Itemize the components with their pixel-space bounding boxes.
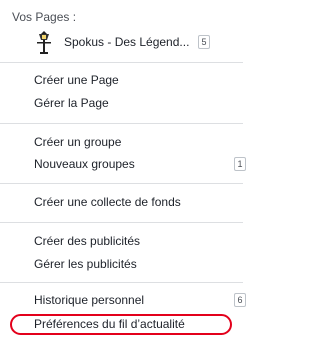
divider [0, 123, 243, 124]
divider [0, 282, 243, 283]
pages-heading: Vos Pages : [12, 10, 77, 24]
street-lamp-icon [34, 30, 54, 54]
create-page-link[interactable]: Créer une Page [34, 72, 214, 88]
divider [0, 183, 243, 184]
divider [0, 62, 243, 63]
create-fundraiser-link[interactable]: Créer une collecte de fonds [34, 194, 214, 210]
new-groups-link[interactable]: Nouveaux groupes 1 [34, 156, 246, 172]
create-group-link[interactable]: Créer un groupe [34, 134, 214, 150]
activity-log-badge: 6 [234, 293, 246, 307]
manage-ads-link[interactable]: Gérer les publicités [34, 256, 214, 272]
page-notification-badge: 5 [198, 35, 210, 49]
divider [0, 222, 243, 223]
new-groups-badge: 1 [234, 157, 246, 171]
highlight-annotation [10, 314, 232, 335]
account-dropdown-menu: Vos Pages : Spokus - Des Légend... 5 Cré… [0, 0, 246, 340]
new-groups-label: Nouveaux groupes [34, 157, 135, 171]
activity-log-link[interactable]: Historique personnel 6 [34, 292, 246, 308]
page-shortcut[interactable]: Spokus - Des Légend... 5 [34, 30, 234, 54]
page-name: Spokus - Des Légend... [64, 35, 190, 49]
manage-page-link[interactable]: Gérer la Page [34, 95, 214, 111]
activity-log-label: Historique personnel [34, 293, 145, 307]
create-ads-link[interactable]: Créer des publicités [34, 233, 214, 249]
